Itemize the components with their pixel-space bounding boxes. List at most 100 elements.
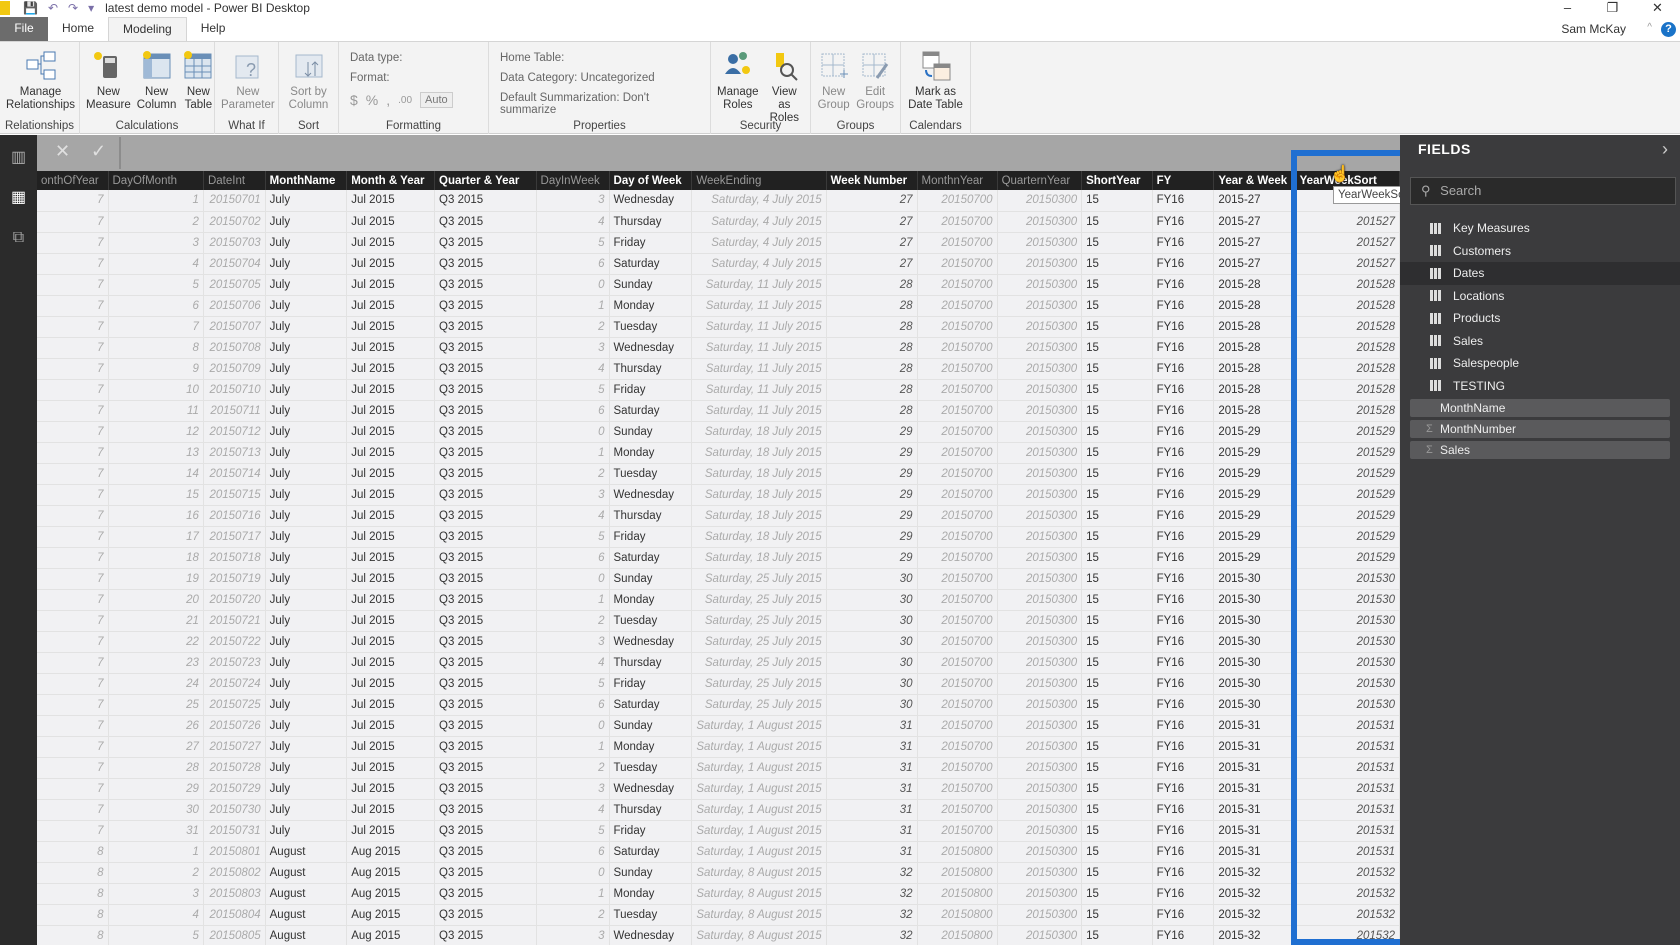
table-cell[interactable]: Jul 2015	[346, 778, 436, 800]
table-cell[interactable]: 20150714	[203, 463, 266, 485]
table-cell[interactable]: FY16	[1152, 862, 1215, 884]
table-cell[interactable]: 2015-30	[1213, 568, 1296, 590]
table-cell[interactable]: 5	[536, 820, 610, 842]
table-cell[interactable]: 20150800	[917, 925, 998, 945]
column-header[interactable]: FY	[1152, 171, 1215, 190]
fields-search-input[interactable]: ⚲ Search	[1410, 177, 1676, 205]
percent-button[interactable]: %	[366, 92, 378, 108]
table-cell[interactable]: 20150300	[997, 337, 1083, 359]
table-cell[interactable]: 2015-30	[1213, 589, 1296, 611]
undo-icon[interactable]: ↶	[48, 1, 58, 15]
table-cell[interactable]: 20150300	[997, 841, 1083, 863]
table-cell[interactable]: FY16	[1152, 757, 1215, 779]
table-cell[interactable]: 15	[1081, 652, 1153, 674]
table-cell[interactable]: July	[265, 484, 348, 506]
table-cell[interactable]: 3	[536, 484, 610, 506]
table-cell[interactable]: Friday	[609, 673, 693, 695]
table-cell[interactable]: 20150700	[917, 757, 998, 779]
table-cell[interactable]: 8	[37, 904, 109, 926]
table-cell[interactable]: 2015-29	[1213, 547, 1296, 569]
table-cell[interactable]: 2	[536, 757, 610, 779]
table-cell[interactable]: Tuesday	[609, 757, 693, 779]
table-cell[interactable]: 3	[536, 925, 610, 945]
table-cell[interactable]: 20150300	[997, 484, 1083, 506]
table-cell[interactable]: Q3 2015	[434, 232, 537, 254]
field-table-item[interactable]: TESTING	[1400, 375, 1680, 398]
table-cell[interactable]: 2015-27	[1213, 190, 1296, 212]
table-cell[interactable]: 31	[826, 820, 918, 842]
table-cell[interactable]: 24	[108, 673, 204, 695]
table-cell[interactable]: 201532	[1295, 904, 1400, 926]
table-cell[interactable]: Q3 2015	[434, 883, 537, 905]
table-cell[interactable]: Q3 2015	[434, 358, 537, 380]
table-cell[interactable]: FY16	[1152, 610, 1215, 632]
table-cell[interactable]: 3	[108, 232, 204, 254]
table-cell[interactable]: FY16	[1152, 568, 1215, 590]
table-cell[interactable]: 20150725	[203, 694, 266, 716]
table-cell[interactable]: FY16	[1152, 421, 1215, 443]
table-cell[interactable]: 20150300	[997, 610, 1083, 632]
table-cell[interactable]: 2015-29	[1213, 484, 1296, 506]
table-cell[interactable]: Q3 2015	[434, 190, 537, 212]
table-cell[interactable]: 20150300	[997, 400, 1083, 422]
table-cell[interactable]: 2015-32	[1213, 925, 1296, 945]
table-cell[interactable]: Friday	[609, 820, 693, 842]
table-cell[interactable]: 20150700	[917, 337, 998, 359]
table-cell[interactable]: Q3 2015	[434, 610, 537, 632]
table-cell[interactable]: 0	[536, 862, 610, 884]
table-cell[interactable]: Sunday	[609, 568, 693, 590]
table-cell[interactable]: July	[265, 589, 348, 611]
field-item[interactable]: MonthName	[1410, 399, 1670, 417]
table-cell[interactable]: FY16	[1152, 904, 1215, 926]
table-cell[interactable]: 8	[37, 862, 109, 884]
table-cell[interactable]: July	[265, 652, 348, 674]
table-cell[interactable]: July	[265, 337, 348, 359]
table-cell[interactable]: 15	[1081, 673, 1153, 695]
table-cell[interactable]: Tuesday	[609, 904, 693, 926]
table-cell[interactable]: 2	[536, 610, 610, 632]
table-cell[interactable]: Saturday, 11 July 2015	[691, 379, 827, 401]
table-cell[interactable]: Jul 2015	[346, 673, 436, 695]
table-cell[interactable]: 28	[826, 379, 918, 401]
table-cell[interactable]: Friday	[609, 232, 693, 254]
table-cell[interactable]: Saturday, 18 July 2015	[691, 547, 827, 569]
column-header[interactable]: Year & Week	[1213, 171, 1296, 190]
table-cell[interactable]: 3	[536, 631, 610, 653]
formula-bar[interactable]: ✕ ✓	[37, 135, 1400, 171]
table-cell[interactable]: 20150800	[917, 904, 998, 926]
table-cell[interactable]: 20150703	[203, 232, 266, 254]
table-cell[interactable]: July	[265, 547, 348, 569]
table-cell[interactable]: Q3 2015	[434, 421, 537, 443]
table-cell[interactable]: FY16	[1152, 589, 1215, 611]
table-cell[interactable]: Sunday	[609, 274, 693, 296]
table-cell[interactable]: July	[265, 694, 348, 716]
table-cell[interactable]: 32	[826, 925, 918, 945]
table-cell[interactable]: 201531	[1295, 736, 1400, 758]
table-cell[interactable]: 29	[108, 778, 204, 800]
table-cell[interactable]: 28	[826, 295, 918, 317]
data-type-dropdown[interactable]: Data type:	[350, 52, 453, 64]
table-cell[interactable]: 201531	[1295, 715, 1400, 737]
table-cell[interactable]: 30	[826, 694, 918, 716]
table-cell[interactable]: 7	[37, 442, 109, 464]
table-cell[interactable]: 27	[108, 736, 204, 758]
table-cell[interactable]: 15	[1081, 778, 1153, 800]
data-category-dropdown[interactable]: Data Category: Uncategorized	[500, 72, 699, 84]
table-cell[interactable]: Thursday	[609, 652, 693, 674]
table-cell[interactable]: 20150700	[917, 190, 998, 212]
table-cell[interactable]: 15	[1081, 904, 1153, 926]
table-cell[interactable]: 15	[1081, 232, 1153, 254]
table-cell[interactable]: Aug 2015	[346, 841, 436, 863]
field-table-item[interactable]: Products	[1400, 307, 1680, 330]
table-cell[interactable]: 2015-27	[1213, 253, 1296, 275]
table-cell[interactable]: FY16	[1152, 883, 1215, 905]
table-cell[interactable]: Jul 2015	[346, 190, 436, 212]
table-cell[interactable]: August	[265, 841, 348, 863]
table-cell[interactable]: Jul 2015	[346, 631, 436, 653]
table-cell[interactable]: 20150700	[917, 211, 998, 233]
cancel-formula-icon[interactable]: ✕	[55, 141, 70, 162]
table-cell[interactable]: Saturday, 4 July 2015	[691, 253, 827, 275]
table-cell[interactable]: 1	[536, 442, 610, 464]
table-cell[interactable]: Saturday, 25 July 2015	[691, 610, 827, 632]
table-cell[interactable]: FY16	[1152, 253, 1215, 275]
